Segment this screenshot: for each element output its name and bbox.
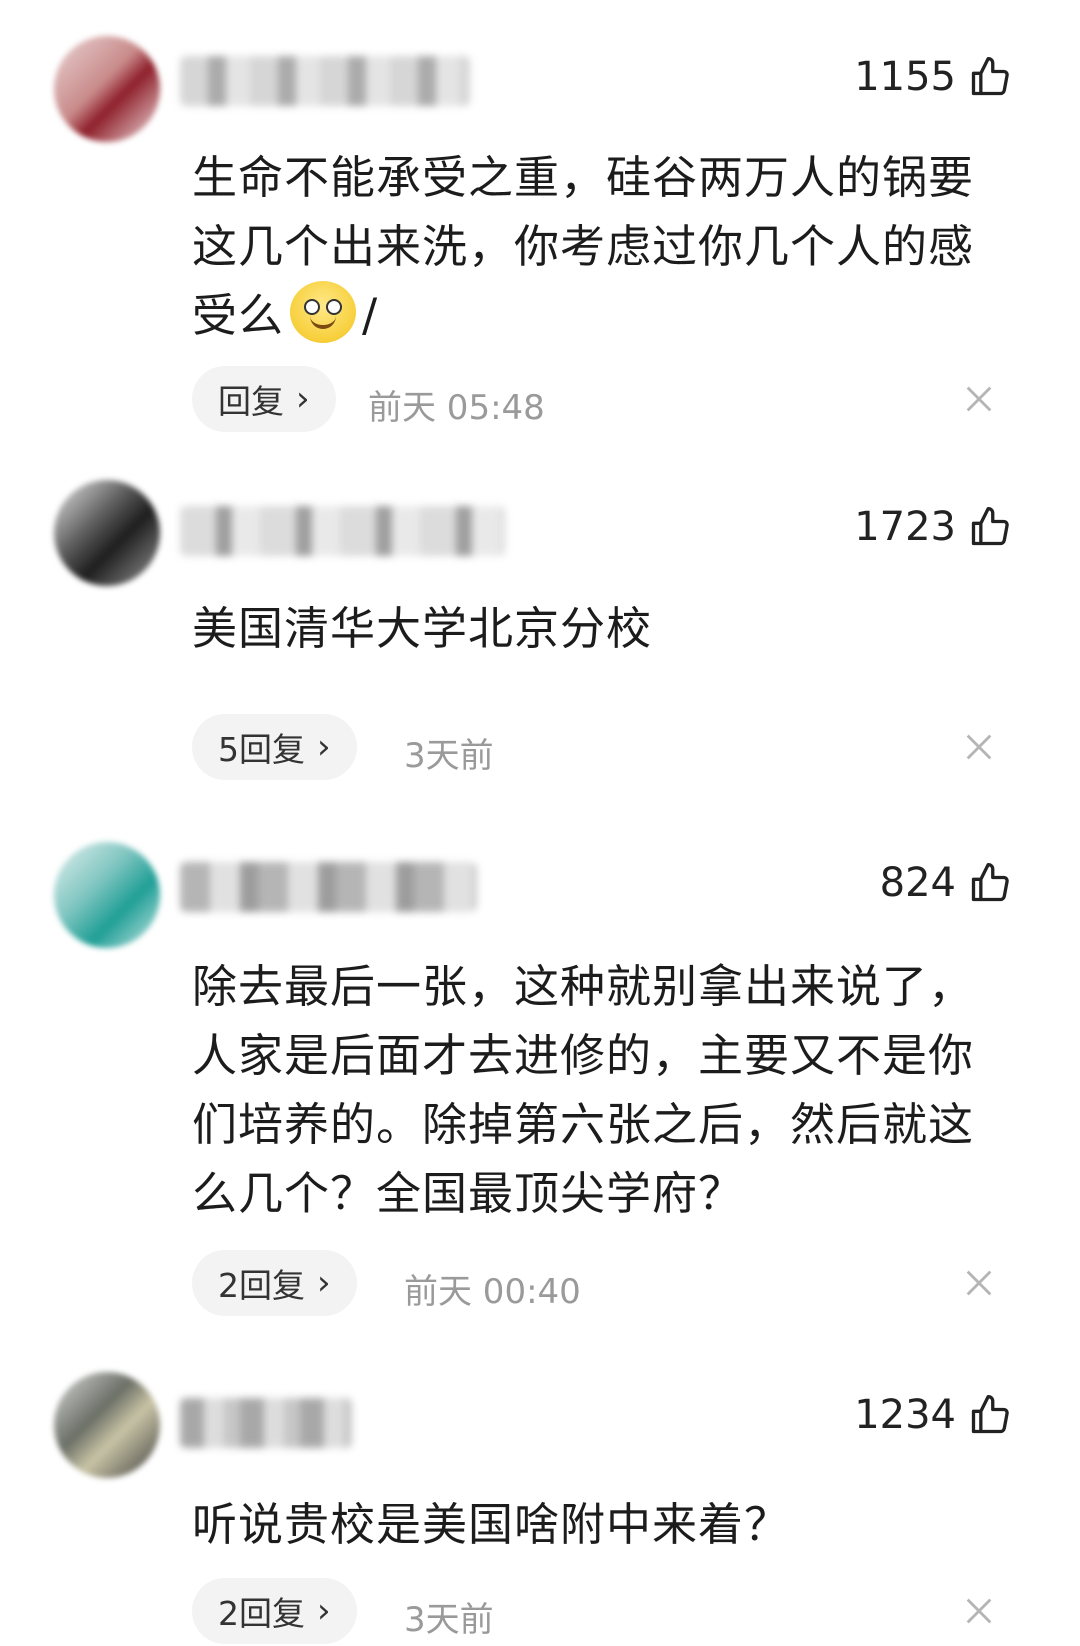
like-count-value: 1155 (854, 54, 956, 100)
close-icon[interactable] (962, 1594, 996, 1628)
username-blurred[interactable] (180, 506, 505, 556)
avatar[interactable] (54, 1372, 160, 1478)
reply-button[interactable]: 5回复 › (192, 714, 357, 780)
reply-label: 回复 (218, 382, 284, 421)
avatar[interactable] (54, 842, 160, 948)
comment-time: 前天 00:40 (404, 1272, 581, 1312)
comment-time: 3天前 (404, 736, 494, 776)
thumbs-up-icon[interactable] (968, 1393, 1012, 1437)
chevron-right-icon: › (317, 1591, 331, 1631)
comment-text: 生命不能承受之重，硅谷两万人的锅要这几个出来洗，你考虑过你几个人的感受么 / (192, 143, 996, 350)
comment-text-body: 除去最后一张，这种就别拿出来说了，人家是后面才去进修的，主要又不是你们培养的。除… (192, 960, 975, 1220)
comment-text-suffix: / (362, 289, 379, 342)
like-count-value: 1234 (854, 1392, 956, 1438)
like-count-value: 1723 (854, 504, 956, 550)
username-blurred[interactable] (180, 56, 470, 106)
avatar[interactable] (54, 36, 160, 142)
reply-label: 5回复 (218, 730, 305, 769)
username-blurred[interactable] (180, 862, 476, 912)
chevron-right-icon: › (317, 1263, 331, 1303)
comment-text-body: 听说贵校是美国啥附中来着？ (192, 1498, 791, 1551)
comment-text: 听说贵校是美国啥附中来着？ (192, 1490, 996, 1559)
reply-button[interactable]: 回复 › (192, 366, 336, 432)
chevron-right-icon: › (317, 727, 331, 767)
reply-button[interactable]: 2回复 › (192, 1250, 357, 1316)
like-count[interactable]: 824 (880, 860, 1012, 906)
thumbs-up-icon[interactable] (968, 861, 1012, 905)
comment-text: 除去最后一张，这种就别拿出来说了，人家是后面才去进修的，主要又不是你们培养的。除… (192, 952, 996, 1228)
like-count[interactable]: 1234 (854, 1392, 1012, 1438)
like-count[interactable]: 1155 (854, 54, 1012, 100)
smile-emoji (290, 281, 357, 343)
close-icon[interactable] (962, 382, 996, 416)
username-blurred[interactable] (180, 1398, 352, 1448)
close-icon[interactable] (962, 1266, 996, 1300)
reply-button[interactable]: 2回复 › (192, 1578, 357, 1644)
like-count-value: 824 (879, 860, 956, 906)
comment-text-body: 美国清华大学北京分校 (192, 602, 653, 655)
comment-text: 美国清华大学北京分校 (192, 594, 996, 663)
thumbs-up-icon[interactable] (968, 505, 1012, 549)
comment-time: 3天前 (404, 1600, 494, 1640)
chevron-right-icon: › (296, 379, 310, 419)
comment-time: 前天 05:48 (368, 388, 545, 428)
reply-label: 2回复 (218, 1266, 305, 1305)
avatar[interactable] (54, 480, 160, 586)
thumbs-up-icon[interactable] (968, 55, 1012, 99)
like-count[interactable]: 1723 (854, 504, 1012, 550)
close-icon[interactable] (962, 730, 996, 764)
reply-label: 2回复 (218, 1594, 305, 1633)
